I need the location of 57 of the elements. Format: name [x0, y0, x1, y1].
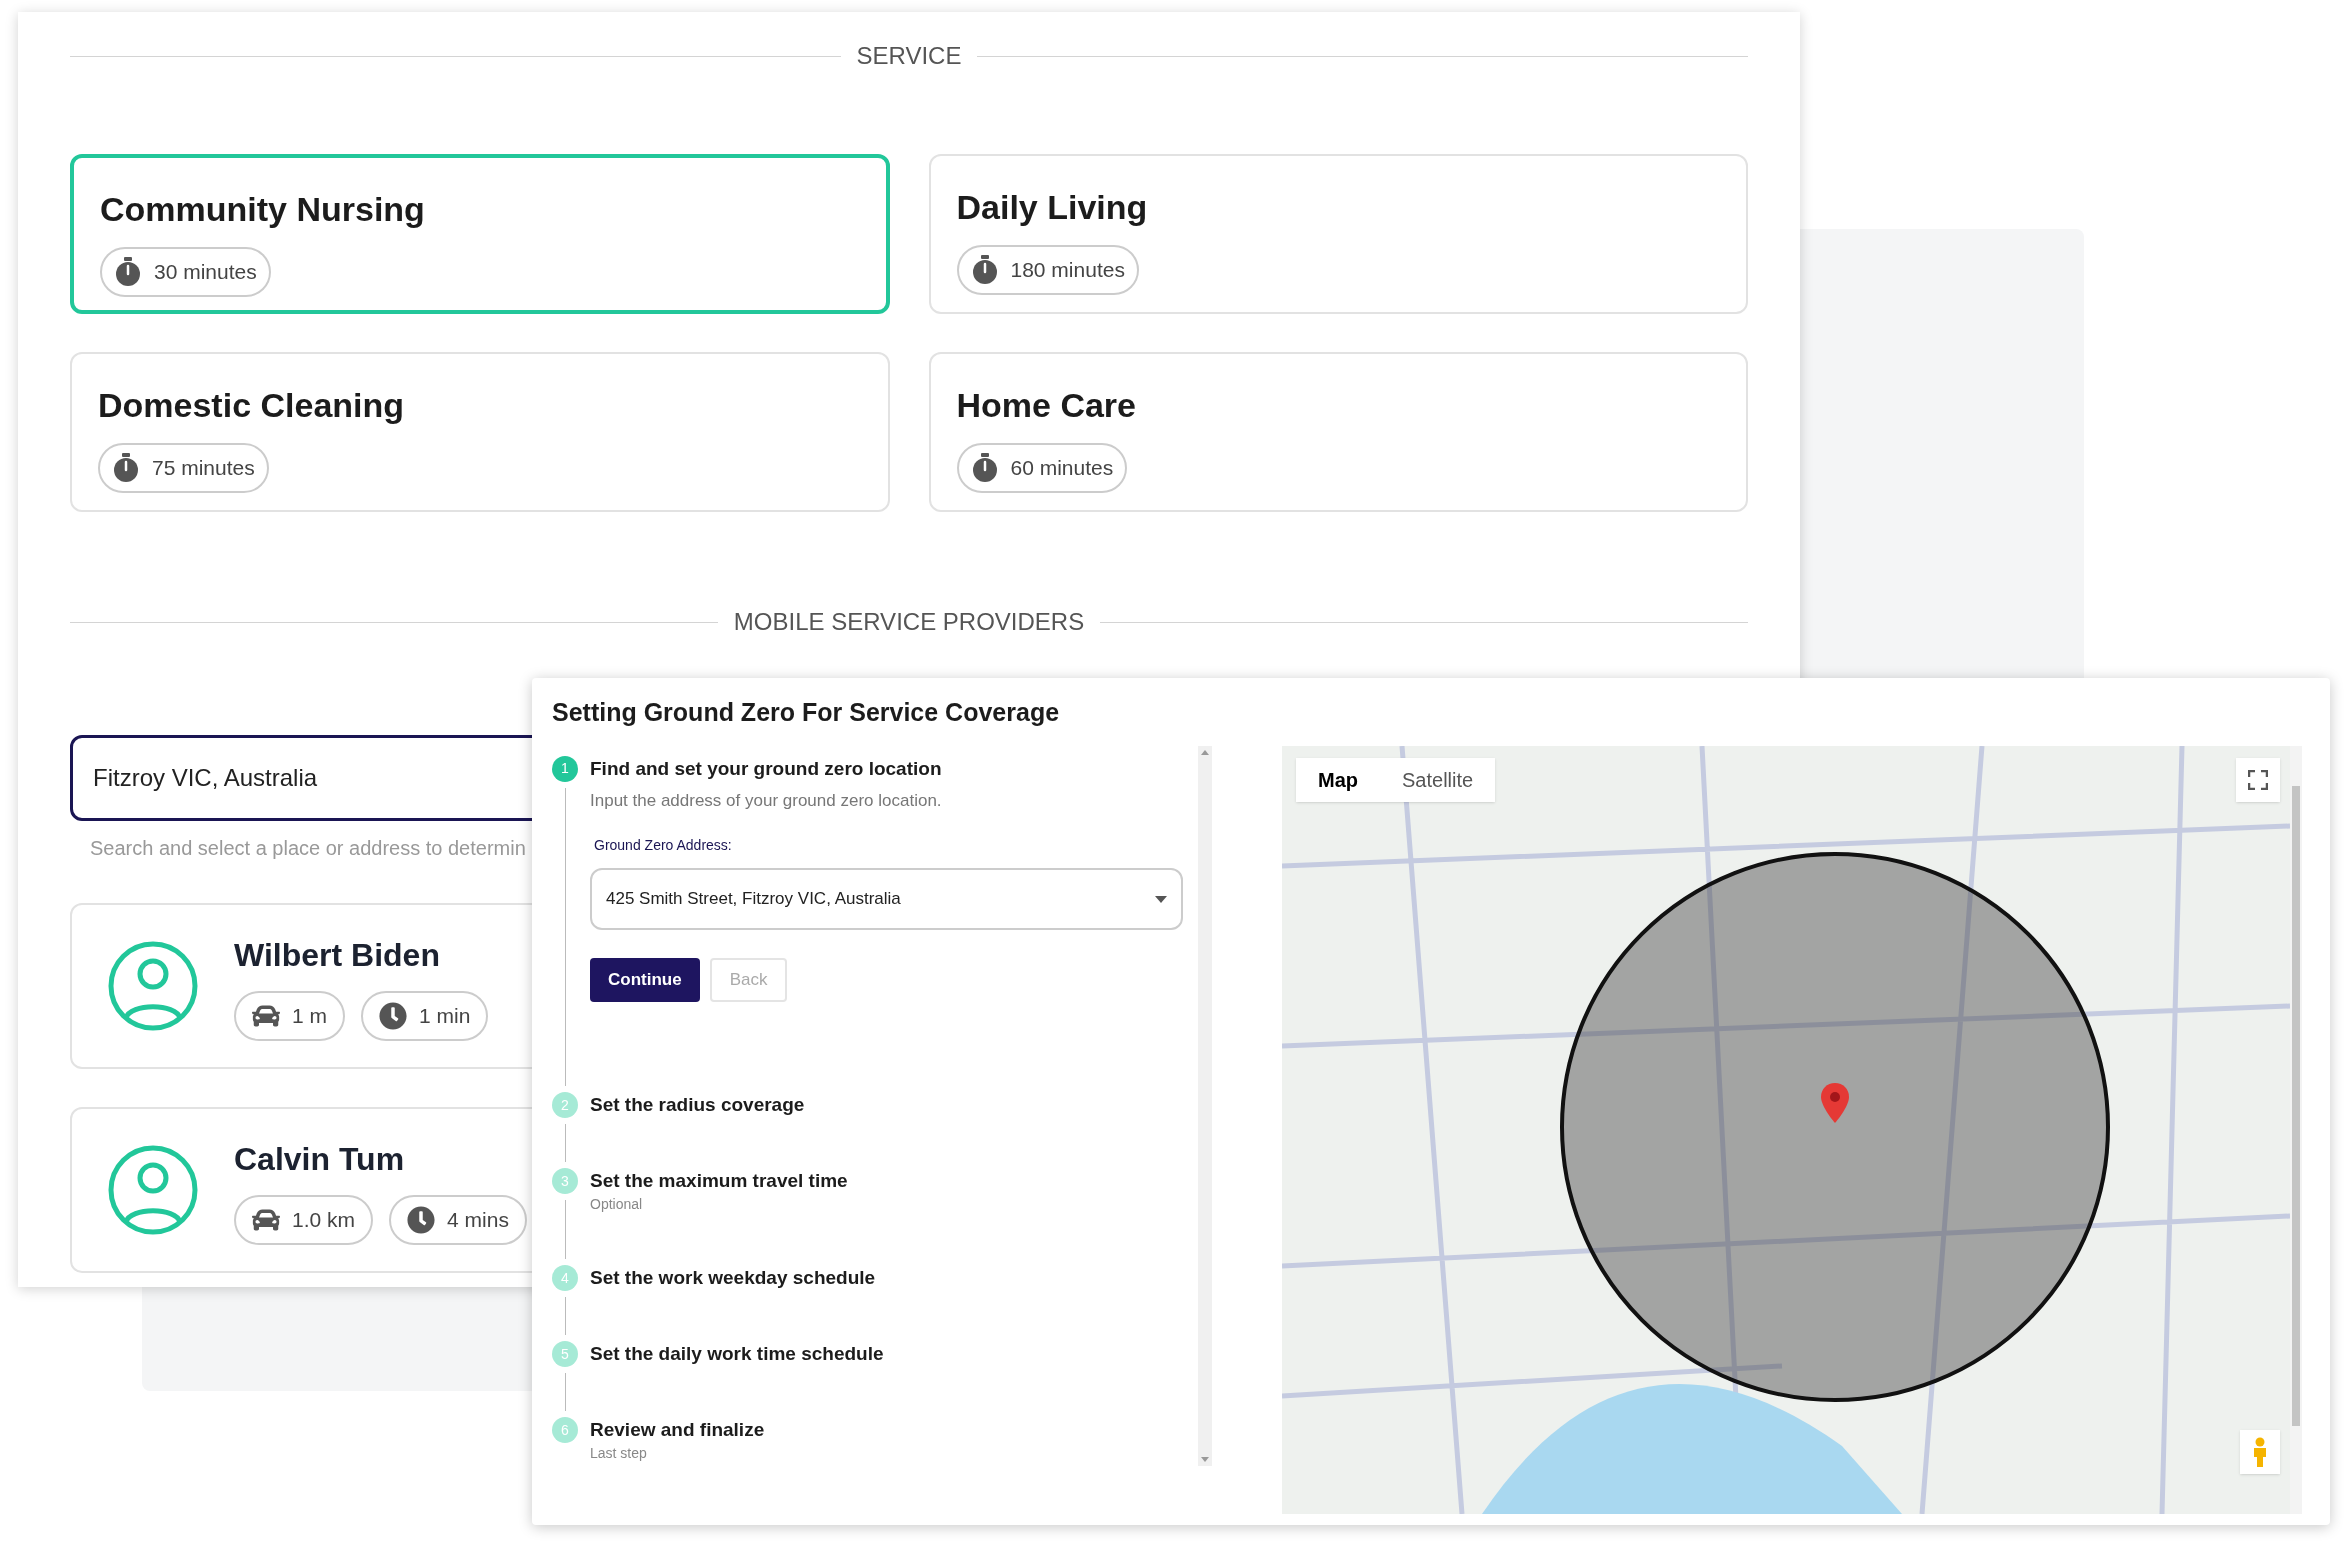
user-avatar-icon: [108, 941, 198, 1031]
continue-button[interactable]: Continue: [590, 958, 700, 1002]
map-placeholder[interactable]: Map Satellite: [1282, 745, 2290, 1514]
service-card[interactable]: Home Care 60 minutes: [928, 352, 1748, 512]
helper-text: Search and select a place or address to determin: [90, 836, 526, 861]
service-card[interactable]: Domestic Cleaning 75 minutes: [70, 352, 890, 512]
search-value: Fitzroy VIC, Australia: [93, 763, 318, 793]
dialog-title: Setting Ground Zero For Service Coverage: [552, 697, 1060, 728]
street-view-person-icon[interactable]: [2240, 1429, 2280, 1474]
duration-text: 180 minutes: [1010, 257, 1125, 284]
scroll-up-arrow-icon[interactable]: [1201, 749, 1209, 755]
provider-name: Wilbert Biden: [234, 936, 441, 975]
scrollbar[interactable]: [1198, 745, 1212, 1466]
service-name: Home Care: [956, 385, 1137, 426]
travel-time-text: 1 min: [419, 1003, 471, 1030]
duration-text: 75 minutes: [152, 455, 255, 482]
caret-icon: [1155, 895, 1167, 903]
service-card[interactable]: Community Nursing 30 minutes: [70, 154, 890, 314]
step-subtitle: Optional: [590, 1195, 644, 1214]
step-subtitle: Last step: [590, 1444, 648, 1463]
service-name: Community Nursing: [100, 189, 426, 230]
step-number: 4: [552, 1265, 578, 1291]
user-avatar-icon: [108, 1145, 198, 1235]
distance-text: 1 m: [292, 1003, 327, 1030]
step-number: 1: [552, 755, 578, 782]
duration-text: 30 minutes: [154, 259, 257, 286]
provider-name: Calvin Tum: [234, 1140, 406, 1179]
location-pin-icon: [1821, 1082, 1849, 1123]
map-scrollbar[interactable]: [2290, 745, 2302, 1514]
stopwatch-icon: [970, 453, 999, 483]
section-heading: SERVICE: [856, 41, 962, 71]
distance-text: 1.0 km: [292, 1207, 356, 1234]
clock-icon: [379, 1002, 407, 1030]
section-heading: MOBILE SERVICE PROVIDERS: [733, 607, 1085, 637]
travel-time-text: 4 mins: [447, 1207, 509, 1234]
service-name: Domestic Cleaning: [98, 385, 406, 426]
stopwatch-icon: [114, 257, 142, 287]
stopwatch-icon: [112, 453, 140, 483]
step-number: 2: [552, 1092, 578, 1118]
duration-text: 60 minutes: [1010, 455, 1114, 482]
service-name: Daily Living: [956, 187, 1149, 228]
fullscreen-icon: [2248, 769, 2268, 790]
step-number: 5: [552, 1341, 578, 1367]
step-title[interactable]: Set the maximum travel time: [590, 1168, 848, 1194]
address-select[interactable]: 425 Smith Street, Fitzroy VIC, Australia: [590, 868, 1183, 930]
map-view-tab[interactable]: Map: [1296, 757, 1380, 802]
step-number: 3: [552, 1168, 578, 1194]
step-number: 6: [552, 1417, 578, 1443]
fullscreen-button[interactable]: [2236, 757, 2280, 802]
scroll-down-arrow-icon[interactable]: [1201, 1456, 1209, 1462]
map-view-tab[interactable]: Satellite: [1380, 757, 1496, 802]
field-label: Ground Zero Address:: [594, 836, 732, 855]
service-card[interactable]: Daily Living 180 minutes: [928, 154, 1748, 314]
stopwatch-icon: [970, 255, 999, 285]
step-title[interactable]: Set the daily work time schedule: [590, 1341, 884, 1367]
clock-icon: [407, 1206, 436, 1234]
step-title[interactable]: Review and finalize: [590, 1417, 765, 1443]
